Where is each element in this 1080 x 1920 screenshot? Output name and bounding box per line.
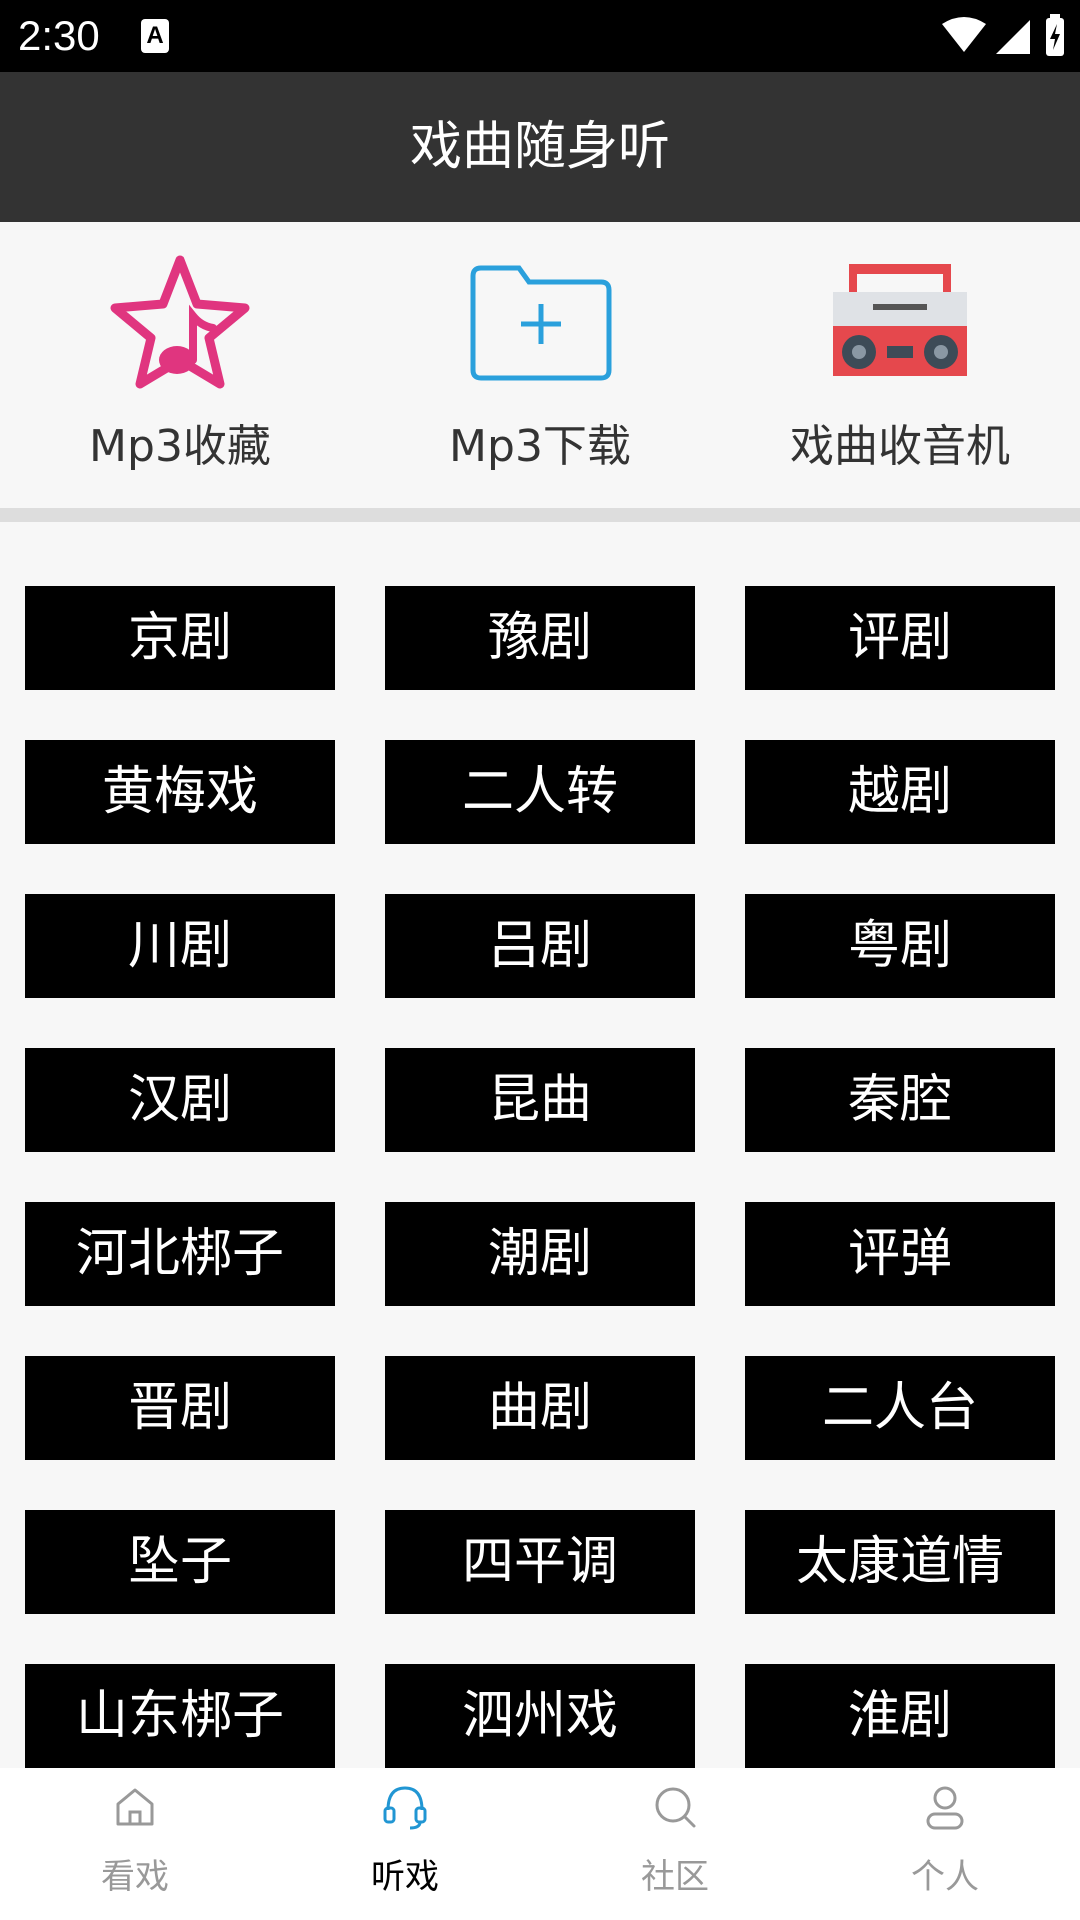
nav-label-watch-opera: 看戏 [101, 1857, 169, 1897]
signal-icon [996, 20, 1030, 54]
genre-button-yueju-cantonese[interactable]: 粤剧 [745, 894, 1055, 998]
genre-button-jinju[interactable]: 晋剧 [25, 1356, 335, 1460]
mp3-download-label: Mp3下载 [449, 421, 631, 472]
mp3-favorites-label: Mp3收藏 [89, 421, 271, 472]
genre-button-errenzhuan[interactable]: 二人转 [385, 740, 695, 844]
genre-button-pingtan[interactable]: 评弹 [745, 1202, 1055, 1306]
nav-item-community[interactable]: 社区 [540, 1768, 810, 1920]
mp3-favorites-button[interactable]: Mp3收藏 [0, 222, 360, 508]
battery-charging-icon [1046, 14, 1064, 56]
opera-radio-button[interactable]: 戏曲收音机 [720, 222, 1080, 508]
genre-button-errentai[interactable]: 二人台 [745, 1356, 1055, 1460]
home-icon [116, 1788, 154, 1826]
notification-badge-icon: A [141, 19, 169, 53]
status-bar: 2:30 A [0, 0, 1080, 72]
person-icon [926, 1786, 964, 1830]
bottom-nav: 看戏 听戏 社区 个人 [0, 1768, 1080, 1920]
headset-icon [383, 1786, 427, 1830]
nav-item-listen-opera[interactable]: 听戏 [270, 1768, 540, 1920]
quick-actions: Mp3收藏 Mp3下载 戏曲收音机 [0, 222, 1080, 508]
wifi-icon [942, 17, 986, 52]
page-title: 戏曲随身听 [409, 117, 670, 177]
genre-button-hanju[interactable]: 汉剧 [25, 1048, 335, 1152]
genre-button-zhuizi[interactable]: 坠子 [25, 1510, 335, 1614]
nav-label-community: 社区 [641, 1857, 709, 1897]
mp3-download-button[interactable]: Mp3下载 [360, 222, 720, 508]
status-icons [942, 14, 1064, 56]
search-icon [655, 1787, 696, 1828]
app-header: 戏曲随身听 [0, 72, 1080, 222]
genre-button-chuanju[interactable]: 川剧 [25, 894, 335, 998]
folder-add-icon [470, 265, 612, 381]
opera-radio-label: 戏曲收音机 [790, 421, 1010, 472]
genre-button-sipingdiao[interactable]: 四平调 [385, 1510, 695, 1614]
genre-button-jingju[interactable]: 京剧 [25, 586, 335, 690]
genre-button-yuju[interactable]: 豫剧 [385, 586, 695, 690]
genre-grid: 京剧 豫剧 评剧 黄梅戏 二人转 越剧 川剧 吕剧 粤剧 汉剧 昆曲 秦腔 河北… [0, 522, 1080, 1768]
genre-button-sizhouxi[interactable]: 泗州戏 [385, 1664, 695, 1768]
status-time: 2:30 [18, 12, 100, 59]
genre-button-hebei-bangzi[interactable]: 河北梆子 [25, 1202, 335, 1306]
genre-button-qinqiang[interactable]: 秦腔 [745, 1048, 1055, 1152]
notification-badge-label: A [146, 22, 164, 49]
genre-button-lvju[interactable]: 吕剧 [385, 894, 695, 998]
genre-button-chaoju[interactable]: 潮剧 [385, 1202, 695, 1306]
nav-label-profile: 个人 [911, 1857, 979, 1897]
boombox-radio-icon [833, 264, 967, 376]
genre-button-yueju[interactable]: 越剧 [745, 740, 1055, 844]
nav-label-listen-opera: 听戏 [371, 1857, 439, 1897]
genre-button-kunqu[interactable]: 昆曲 [385, 1048, 695, 1152]
genre-button-taikang-daoqing[interactable]: 太康道情 [745, 1510, 1055, 1614]
star-music-note-icon [110, 255, 250, 389]
genre-button-pingju[interactable]: 评剧 [745, 586, 1055, 690]
nav-item-watch-opera[interactable]: 看戏 [0, 1768, 270, 1920]
genre-button-shandong-bangzi[interactable]: 山东梆子 [25, 1664, 335, 1768]
genre-button-huaiju[interactable]: 淮剧 [745, 1664, 1055, 1768]
genre-button-quju[interactable]: 曲剧 [385, 1356, 695, 1460]
nav-item-profile[interactable]: 个人 [810, 1768, 1080, 1920]
genre-button-huangmeixi[interactable]: 黄梅戏 [25, 740, 335, 844]
section-divider [0, 508, 1080, 522]
